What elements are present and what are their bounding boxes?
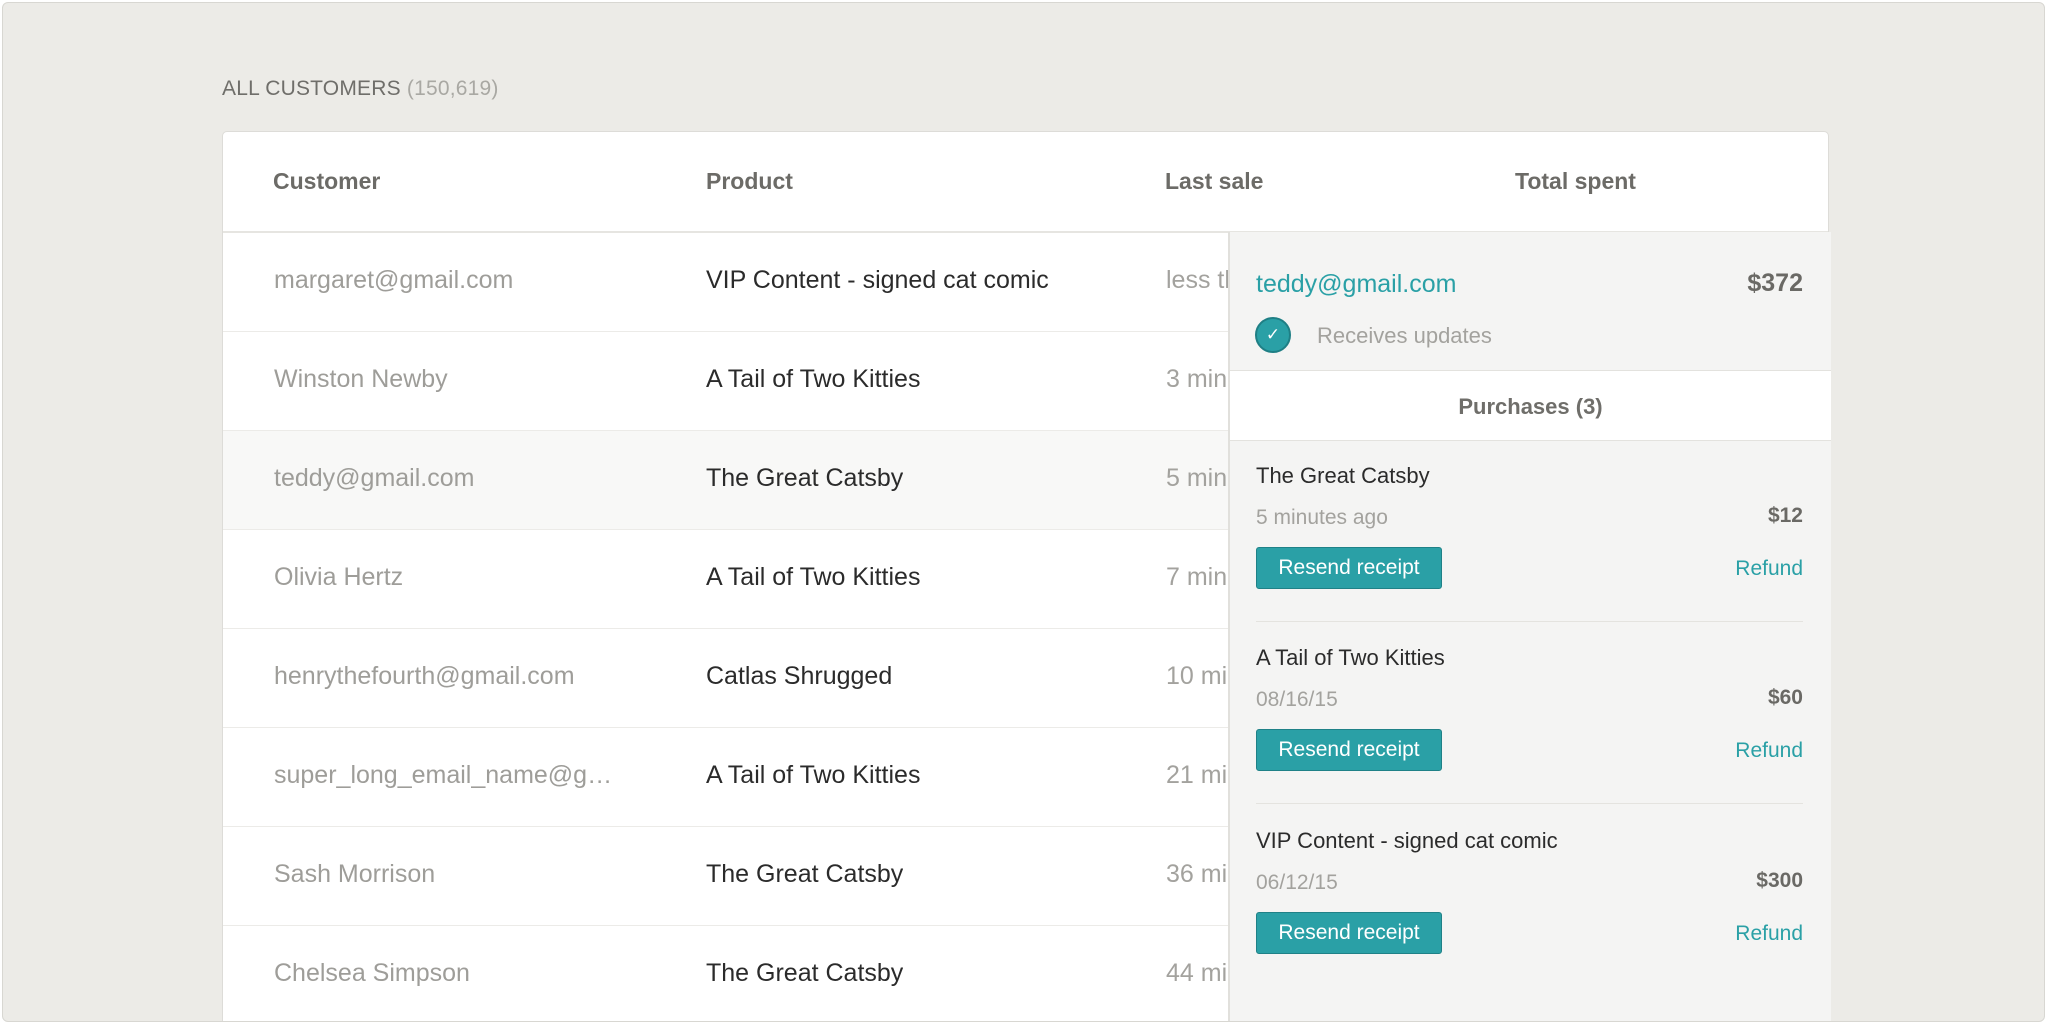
product-cell: The Great Catsby — [706, 860, 904, 888]
tab-purchases[interactable]: Purchases (3) — [1230, 394, 1831, 420]
column-header-last-sale[interactable]: Last sale — [1165, 168, 1263, 195]
refund-link[interactable]: Refund — [1735, 739, 1803, 763]
purchase-product-name: VIP Content - signed cat comic — [1256, 828, 1558, 853]
last-sale-cell: 44 mi — [1166, 959, 1228, 987]
product-cell: The Great Catsby — [706, 959, 904, 987]
purchase-item: A Tail of Two Kitties 08/16/15 $60 Resen… — [1256, 622, 1803, 804]
customer-cell: henrythefourth@gmail.com — [274, 662, 575, 690]
purchase-item: The Great Catsby 5 minutes ago $12 Resen… — [1256, 440, 1803, 622]
product-cell: VIP Content - signed cat comic — [706, 266, 1049, 294]
customer-cell: teddy@gmail.com — [274, 464, 475, 492]
customer-cell: Chelsea Simpson — [274, 959, 470, 987]
product-cell: A Tail of Two Kitties — [706, 761, 921, 789]
customer-cell: Olivia Hertz — [274, 563, 404, 591]
purchase-item: VIP Content - signed cat comic 06/12/15 … — [1256, 805, 1803, 986]
customer-total-spent: $372 — [1747, 269, 1803, 297]
customer-cell: Sash Morrison — [274, 860, 436, 888]
last-sale-cell: 3 min — [1166, 365, 1228, 393]
customer-cell: Winston Newby — [274, 365, 448, 393]
app-frame: ALL CUSTOMERS (150,619) Customer Product… — [2, 2, 2045, 1022]
last-sale-cell: 21 mi — [1166, 761, 1228, 789]
table-header: Customer Product Last sale Total spent — [223, 132, 1828, 233]
customer-cell: margaret@gmail.com — [274, 266, 514, 294]
product-cell: A Tail of Two Kitties — [706, 563, 921, 591]
refund-link[interactable]: Refund — [1735, 922, 1803, 946]
purchase-date: 08/16/15 — [1256, 688, 1338, 711]
customer-detail-panel: teddy@gmail.com $372 ✓ Receives updates … — [1228, 232, 1831, 1021]
last-sale-cell: 36 mi — [1166, 860, 1228, 888]
purchase-date: 5 minutes ago — [1256, 506, 1388, 529]
resend-receipt-button[interactable]: Resend receipt — [1256, 912, 1442, 954]
product-cell: Catlas Shrugged — [706, 662, 893, 690]
page-title: ALL CUSTOMERS (150,619) — [222, 77, 499, 101]
last-sale-cell: 10 mi — [1166, 662, 1228, 690]
purchase-amount: $300 — [1756, 869, 1803, 892]
receives-updates-label: Receives updates — [1317, 323, 1492, 348]
column-header-product[interactable]: Product — [706, 168, 793, 195]
purchase-product-name: A Tail of Two Kitties — [1256, 645, 1445, 670]
purchase-amount: $60 — [1767, 686, 1803, 709]
last-sale-cell: 5 min — [1166, 464, 1228, 492]
customer-cell: super_long_email_name@g… — [274, 761, 613, 789]
checkmark-icon[interactable]: ✓ — [1255, 317, 1291, 353]
resend-receipt-button[interactable]: Resend receipt — [1256, 547, 1442, 589]
purchases-tab-bar: Purchases (3) — [1230, 370, 1831, 441]
last-sale-cell: less th — [1166, 266, 1236, 294]
customer-count: (150,619) — [406, 77, 499, 100]
customer-email-link[interactable]: teddy@gmail.com — [1256, 270, 1456, 299]
last-sale-cell: 7 min — [1166, 563, 1228, 591]
page-title-text: ALL CUSTOMERS — [222, 77, 401, 100]
column-header-customer[interactable]: Customer — [273, 168, 380, 195]
column-header-total-spent[interactable]: Total spent — [1515, 168, 1636, 195]
product-cell: A Tail of Two Kitties — [706, 365, 921, 393]
purchase-product-name: The Great Catsby — [1256, 463, 1430, 488]
purchase-amount: $12 — [1767, 504, 1803, 527]
purchase-date: 06/12/15 — [1256, 871, 1338, 894]
product-cell: The Great Catsby — [706, 464, 904, 492]
resend-receipt-button[interactable]: Resend receipt — [1256, 729, 1442, 771]
refund-link[interactable]: Refund — [1735, 557, 1803, 581]
